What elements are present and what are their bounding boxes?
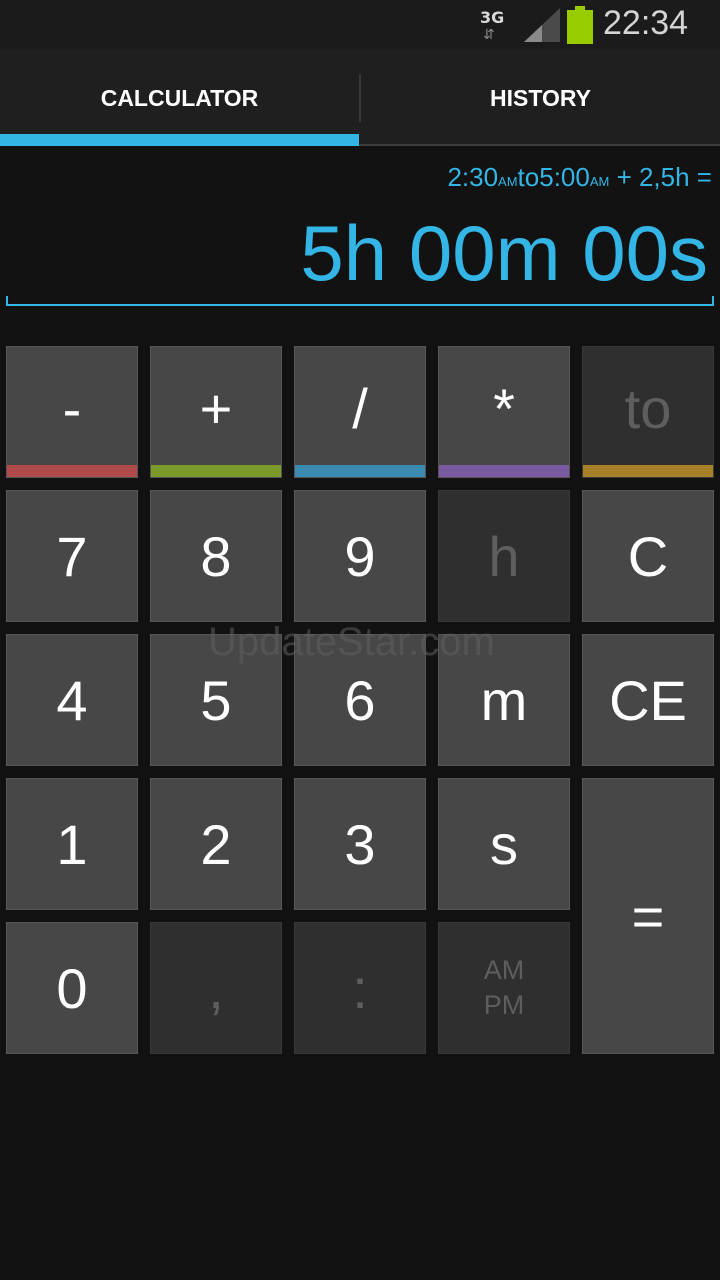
to-label: to [624,376,672,440]
four-button[interactable]: 4 [6,634,138,766]
minus-stripe [7,465,137,477]
result-underline-left-tick [6,296,8,306]
expression-ampm-2: AM [589,174,610,189]
expression-ampm-1: AM [498,174,518,189]
result-underline [6,304,714,306]
calculator-display: 2:30AMto5:00AM + 2,5h = 5h 00m 00s [0,146,720,316]
colon-button[interactable]: : [294,922,426,1054]
clear-button[interactable]: C [582,490,714,622]
tab-calculator[interactable]: CALCULATOR [0,50,359,146]
eight-button[interactable]: 8 [150,490,282,622]
expression-time-2: 5:00 [539,162,590,192]
plus-stripe [151,465,281,477]
multiply-label: * [493,376,515,440]
seconds-button[interactable]: s [438,778,570,910]
comma-button[interactable]: , [150,922,282,1054]
two-button[interactable]: 2 [150,778,282,910]
expression-to: to [517,162,540,192]
divide-button[interactable]: / [294,346,426,478]
three-button[interactable]: 3 [294,778,426,910]
result-value: 5h 00m 00s [300,209,708,297]
hours-button[interactable]: h [438,490,570,622]
to-button[interactable]: to [582,346,714,478]
six-button[interactable]: 6 [294,634,426,766]
five-button[interactable]: 5 [150,634,282,766]
expression-rest: + 2,5h = [609,162,712,192]
multiply-stripe [439,465,569,477]
network-type: 3G [480,8,505,27]
one-button[interactable]: 1 [6,778,138,910]
status-bar: 3G ⇵ 22:34 [0,0,720,50]
plus-button[interactable]: + [150,346,282,478]
ampm-button[interactable]: AM PM [438,922,570,1054]
equals-button[interactable]: = [582,778,714,1054]
tab-history[interactable]: HISTORY [361,50,720,146]
nine-button[interactable]: 9 [294,490,426,622]
battery-icon [567,6,593,44]
multiply-button[interactable]: * [438,346,570,478]
signal-icon [524,8,560,42]
data-activity-icon: ⇵ [483,27,495,43]
minus-label: - [62,376,82,440]
plus-label: + [199,376,233,440]
expression-time-1: 2:30 [447,162,499,192]
seven-button[interactable]: 7 [6,490,138,622]
minutes-button[interactable]: m [438,634,570,766]
to-stripe [583,465,713,477]
active-tab-indicator [0,134,359,146]
zero-button[interactable]: 0 [6,922,138,1054]
minus-button[interactable]: - [6,346,138,478]
status-clock: 22:34 [603,4,689,42]
tab-bar: CALCULATOR HISTORY [0,50,720,146]
result-underline-right-tick [712,296,714,306]
divide-stripe [295,465,425,477]
expression-line: 2:30AMto5:00AM + 2,5h = [447,162,712,193]
clear-entry-button[interactable]: CE [582,634,714,766]
divide-label: / [352,376,368,440]
